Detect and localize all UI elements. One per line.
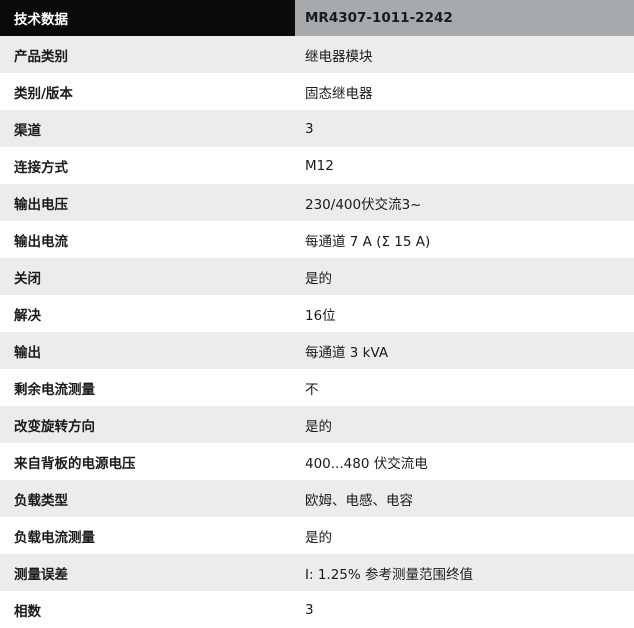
row-key: 连接方式 <box>14 159 68 176</box>
row-value: 是的 <box>305 529 332 546</box>
row-value: 每通道 7 A (Σ 15 A) <box>305 233 431 250</box>
row-key: 解决 <box>14 307 41 324</box>
row-value: 每通道 3 kVA <box>305 344 389 361</box>
table-row: 连接方式 M12 <box>0 147 634 184</box>
table-row: 剩余电流测量 不 <box>0 369 634 406</box>
row-key: 输出电流 <box>14 233 68 250</box>
table-row: 关闭 是的 <box>0 258 634 295</box>
row-key: 产品类别 <box>14 48 68 65</box>
table-body: 产品类别 继电器模块 类别/版本 固态继电器 渠道 3 连接方式 M12 输出电压 230… <box>0 36 634 628</box>
table-row: 负载类型 欧姆、电感、电容 <box>0 480 634 517</box>
row-key: 关闭 <box>14 270 41 287</box>
table-row: 类别/版本 固态继电器 <box>0 73 634 110</box>
row-key: 负载类型 <box>14 492 68 509</box>
table-header: 技术数据 MR4307-1011-2242 <box>0 0 634 36</box>
table-row: 来自背板的电源电压 400...480 伏交流电 <box>0 443 634 480</box>
table-row: 输出电流 每通道 7 A (Σ 15 A) <box>0 221 634 258</box>
row-key: 渠道 <box>14 122 41 139</box>
row-key: 测量误差 <box>14 566 68 583</box>
header-label: 技术数据 <box>0 0 295 36</box>
table-row: 改变旋转方向 是的 <box>0 406 634 443</box>
row-value: I: 1.25% 参考测量范围终值 <box>305 566 473 583</box>
header-model-number: MR4307-1011-2242 <box>295 0 634 36</box>
tech-data-table: 技术数据 MR4307-1011-2242 产品类别 继电器模块 类别/版本 固态继… <box>0 0 634 628</box>
row-value: 400...480 伏交流电 <box>305 455 428 472</box>
table-row: 解决 16位 <box>0 295 634 332</box>
row-value: 欧姆、电感、电容 <box>305 492 413 509</box>
row-key: 负载电流测量 <box>14 529 95 546</box>
row-key: 剩余电流测量 <box>14 381 95 398</box>
table-row: 负载电流测量 是的 <box>0 517 634 554</box>
table-row: 相数 3 <box>0 591 634 628</box>
row-value: 不 <box>305 381 319 398</box>
table-row: 产品类别 继电器模块 <box>0 36 634 73</box>
row-key: 类别/版本 <box>14 85 73 102</box>
row-key: 输出 <box>14 344 41 361</box>
row-value: 继电器模块 <box>305 48 373 65</box>
row-key: 相数 <box>14 603 41 620</box>
header-row: 技术数据 MR4307-1011-2242 <box>0 0 634 36</box>
row-value: 3 <box>305 601 314 618</box>
row-key: 改变旋转方向 <box>14 418 95 435</box>
table-row: 输出 每通道 3 kVA <box>0 332 634 369</box>
table-row: 输出电压 230/400伏交流3~ <box>0 184 634 221</box>
row-key: 来自背板的电源电压 <box>14 455 136 472</box>
row-value: 固态继电器 <box>305 85 373 102</box>
row-value: 是的 <box>305 418 332 435</box>
row-value: 16位 <box>305 307 336 324</box>
row-value: 230/400伏交流3~ <box>305 196 422 213</box>
row-value: 是的 <box>305 270 332 287</box>
row-key: 输出电压 <box>14 196 68 213</box>
row-value: 3 <box>305 120 314 137</box>
table-row: 渠道 3 <box>0 110 634 147</box>
table-row: 测量误差 I: 1.25% 参考测量范围终值 <box>0 554 634 591</box>
row-value: M12 <box>305 157 334 174</box>
